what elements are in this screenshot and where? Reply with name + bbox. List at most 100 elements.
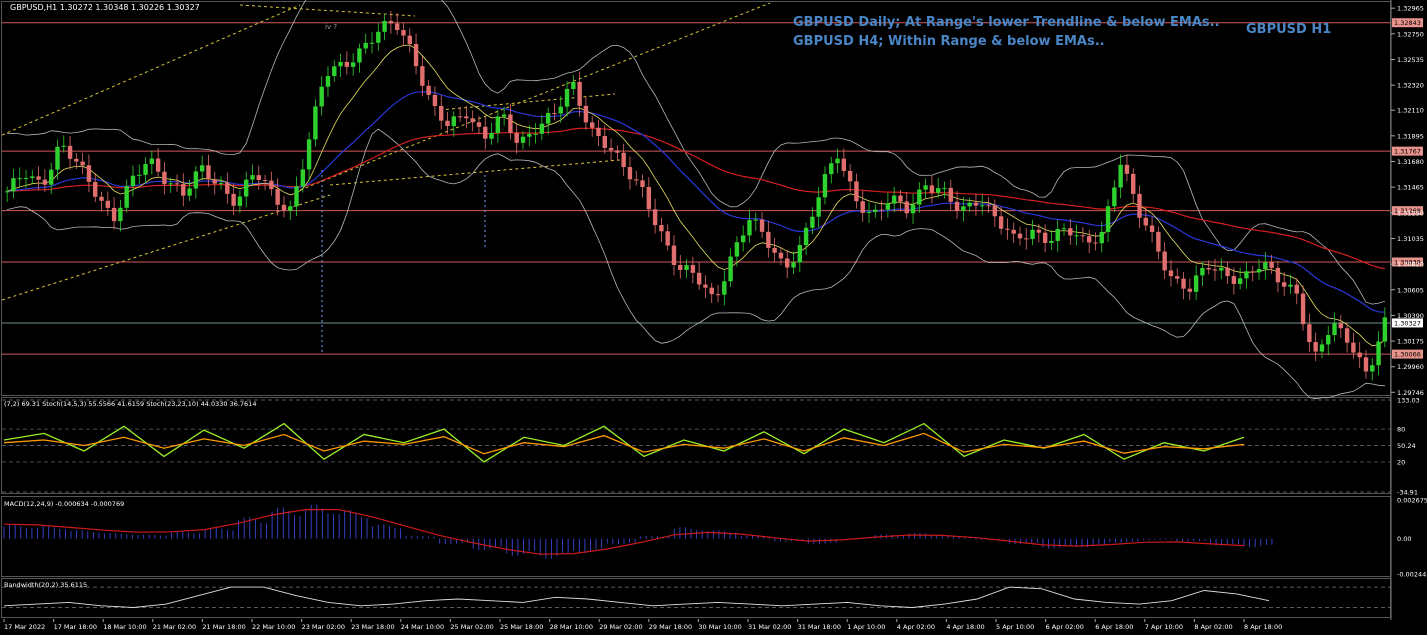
stoch-label: (7,2) 69.31 Stoch(14,5,3) 55.5566 41.615…: [4, 400, 256, 408]
candle-body: [1149, 225, 1155, 232]
candle-body: [243, 179, 249, 197]
candle-body: [388, 20, 394, 24]
time-tick-label: 6 Apr 18:00: [1095, 623, 1133, 631]
candle-body: [1357, 352, 1362, 358]
candle-body: [11, 178, 16, 192]
candle-body: [187, 188, 192, 196]
candle-body: [489, 132, 494, 139]
candle-body: [17, 178, 22, 180]
time-tick-label: 28 Mar 10:00: [550, 623, 593, 631]
candle-body: [740, 235, 746, 243]
time-tick-label: 8 Apr 02:00: [1194, 623, 1232, 631]
candle-body: [678, 265, 683, 270]
macd-tick-label: 0.002675: [1397, 497, 1427, 505]
candle-body: [1363, 357, 1369, 372]
candle-body: [772, 247, 777, 253]
candle-body: [690, 265, 696, 273]
macd-label: MACD(12,24,9) -0.000634 -0.000769: [4, 500, 124, 508]
candle-body: [1124, 164, 1130, 174]
candle-body: [483, 126, 488, 139]
candle-body: [684, 265, 689, 270]
candle-body: [426, 85, 431, 95]
candle-body: [1131, 173, 1136, 194]
candle-body: [413, 44, 419, 67]
stoch-tick-label: 50.24: [1397, 442, 1416, 450]
price-tick-label: 1.31250: [1397, 209, 1424, 217]
candle-body: [1313, 342, 1318, 352]
candle-body: [155, 158, 161, 172]
candle-body: [753, 219, 758, 221]
candle-body: [659, 225, 664, 232]
candle-body: [634, 179, 639, 181]
candle-body: [143, 164, 148, 175]
candle-body: [382, 20, 387, 32]
candle-body: [1068, 228, 1073, 236]
candle-body: [237, 196, 243, 206]
annotation-h4: GBPUSD H4; Within Range & below EMAs..: [793, 34, 1105, 49]
stoch-tick-label: 20: [1397, 458, 1405, 466]
candle-body: [1244, 271, 1249, 279]
timeframe-title: GBPUSD H1: [1246, 22, 1331, 37]
candle-body: [904, 201, 909, 214]
price-tick-label: 1.32965: [1397, 5, 1424, 13]
candle-body: [885, 203, 891, 210]
candle-body: [646, 187, 652, 210]
macd-tick-label: 0.00: [1397, 535, 1411, 543]
candle-body: [256, 175, 261, 180]
candle-body: [1162, 251, 1167, 271]
candle-body: [288, 206, 293, 211]
candle-body: [1269, 262, 1274, 268]
candle-body: [514, 132, 519, 143]
candle-body: [1175, 276, 1180, 279]
trading-chart[interactable]: 1.328431.317671.312681.308381.303271.300…: [0, 0, 1427, 635]
candle-body: [816, 197, 821, 217]
candle-body: [766, 231, 771, 248]
annotation-daily: GBPUSD Daily; At Range's lower Trendline…: [793, 15, 1220, 30]
candle-body: [313, 106, 318, 140]
candle-body: [61, 145, 66, 147]
candle-body: [281, 204, 287, 211]
level-badge-label: 1.30066: [1394, 351, 1421, 359]
candle-body: [338, 62, 343, 67]
candle-body: [847, 170, 853, 182]
time-tick-label: 25 Mar 02:00: [450, 623, 493, 631]
level-badge-label: 1.32843: [1394, 19, 1421, 27]
time-tick-label: 4 Apr 18:00: [946, 623, 984, 631]
candle-body: [1332, 323, 1337, 336]
time-tick-label: 5 Apr 10:00: [996, 623, 1034, 631]
symbol-label: GBPUSD,H1 1.30272 1.30348 1.30226 1.3032…: [10, 3, 200, 12]
candle-body: [225, 182, 230, 194]
candle-body: [935, 188, 941, 193]
candle-body: [439, 105, 444, 121]
candle-body: [23, 177, 29, 179]
candle-body: [1288, 284, 1293, 287]
candle-body: [407, 35, 412, 45]
candle-body: [577, 81, 582, 106]
time-tick-label: 1 Apr 10:00: [847, 623, 885, 631]
candle-body: [212, 179, 217, 184]
candle-body: [583, 105, 589, 123]
price-tick-label: 1.30390: [1397, 312, 1424, 320]
candle-body: [231, 193, 236, 206]
time-tick-label: 30 Mar 10:00: [698, 623, 741, 631]
candle-body: [1300, 293, 1306, 325]
time-tick-label: 4 Apr 02:00: [897, 623, 935, 631]
candle-body: [420, 66, 425, 86]
candle-body: [1093, 242, 1098, 244]
candle-body: [533, 133, 538, 135]
time-tick-label: 31 Mar 18:00: [798, 623, 841, 631]
candle-body: [1143, 217, 1149, 226]
candle-body: [457, 116, 463, 118]
candle-body: [1225, 267, 1230, 277]
time-tick-label: 17 Mar 2022: [4, 623, 45, 631]
candle-body: [99, 196, 104, 201]
candle-body: [275, 189, 280, 205]
candle-body: [376, 31, 381, 43]
price-tick-label: 1.30605: [1397, 286, 1424, 294]
time-tick-label: 6 Apr 02:00: [1046, 623, 1084, 631]
candle-body: [1086, 236, 1092, 243]
bandwidth-label: Bandwidth(20,2) 35.6115: [4, 581, 87, 589]
price-tick-label: 1.31465: [1397, 184, 1424, 192]
candle-body: [80, 161, 85, 166]
candle-body: [722, 281, 727, 295]
